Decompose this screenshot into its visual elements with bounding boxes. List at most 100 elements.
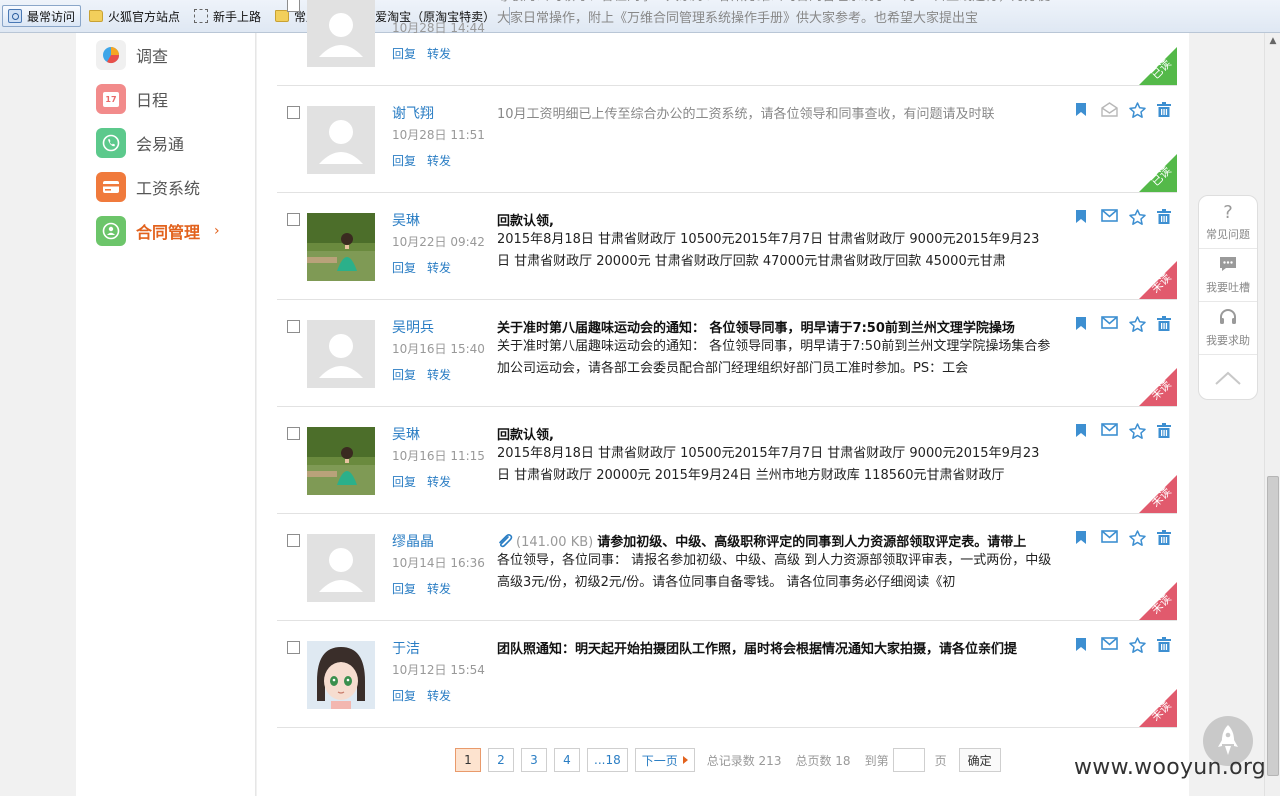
sender-name[interactable]: 吴琳 bbox=[392, 210, 420, 230]
mail-icon[interactable] bbox=[1101, 209, 1119, 225]
message-checkbox[interactable] bbox=[287, 0, 300, 12]
message-row[interactable]: 谢飞翔 10月28日 11:51 回复 转发 10月工资明细已上传至综合办公的工资系统，… bbox=[277, 86, 1177, 193]
nav-item-schedule[interactable]: 17 日程 bbox=[96, 83, 168, 115]
star-icon[interactable] bbox=[1129, 316, 1147, 332]
scroll-thumb[interactable] bbox=[1267, 476, 1279, 776]
star-icon[interactable] bbox=[1129, 423, 1147, 439]
message-actions bbox=[1075, 102, 1177, 118]
trash-icon[interactable] bbox=[1157, 637, 1173, 653]
reply-link[interactable]: 回复 bbox=[392, 687, 416, 704]
confirm-button[interactable]: 确定 bbox=[958, 748, 1001, 772]
page-button[interactable]: 1 bbox=[455, 748, 481, 772]
forward-link[interactable]: 转发 bbox=[427, 473, 451, 490]
sender-name[interactable]: 吴琳 bbox=[392, 424, 420, 444]
reply-link[interactable]: 回复 bbox=[392, 45, 416, 62]
avatar bbox=[307, 427, 375, 495]
sender-name[interactable]: 谢飞翔 bbox=[392, 103, 434, 123]
sender-name[interactable]: 缪晶晶 bbox=[392, 531, 434, 551]
mail-icon[interactable] bbox=[1101, 530, 1119, 546]
reply-link[interactable]: 回复 bbox=[392, 580, 416, 597]
message-subject[interactable]: 团队照通知：明天起开始拍摄团队工作照，届时将会根据情况通知大家拍摄，请各位亲们提 bbox=[497, 638, 1057, 657]
message-subject[interactable]: 10月工资明细已上传至综合办公的工资系统，请各位领导和同事查收，有问题请及时联 bbox=[497, 103, 1057, 122]
star-icon[interactable] bbox=[1129, 102, 1147, 118]
trash-icon[interactable] bbox=[1157, 530, 1173, 546]
mail-icon[interactable] bbox=[1101, 316, 1119, 332]
reply-link[interactable]: 回复 bbox=[392, 259, 416, 276]
nav-item-survey[interactable]: 调查 bbox=[96, 39, 168, 71]
reply-link[interactable]: 回复 bbox=[392, 152, 416, 169]
message-row[interactable]: 吴明兵 10月16日 15:40 回复 转发 关于准时第八届趣味运动会的通知： 各位领导… bbox=[277, 300, 1177, 407]
trash-icon[interactable] bbox=[1157, 102, 1173, 118]
message-checkbox[interactable] bbox=[287, 320, 300, 333]
message-preview[interactable]: 尊敬的公司领导、各位同事：大家好！甘肃万维公司合同管理系统于10月28日上线运行… bbox=[497, 0, 1052, 30]
bookmark-icon[interactable] bbox=[1075, 530, 1091, 546]
message-row[interactable]: 于洁 10月12日 15:54 回复 转发 团队照通知：明天起开始拍摄团队工作照，届时将… bbox=[277, 621, 1177, 728]
bookmark-icon[interactable] bbox=[1075, 316, 1091, 332]
mail-open-icon[interactable] bbox=[1101, 102, 1119, 118]
forward-link[interactable]: 转发 bbox=[427, 152, 451, 169]
message-subject[interactable]: (141.00 KB) 请参加初级、中级、高级职称评定的同事到人力资源部领取评定表… bbox=[497, 531, 1057, 552]
page-button[interactable]: 2 bbox=[488, 748, 514, 772]
mail-icon[interactable] bbox=[1101, 423, 1119, 439]
pagination: 1 2 3 4 ...18 下一页 总记录数 213 总页数 18 到第 页 确… bbox=[455, 748, 1001, 772]
sender-name[interactable]: 吴明兵 bbox=[392, 317, 434, 337]
reply-link[interactable]: 回复 bbox=[392, 473, 416, 490]
sender-name[interactable]: 于洁 bbox=[392, 638, 420, 658]
help-faq[interactable]: ? 常见问题 bbox=[1199, 196, 1257, 249]
page-button[interactable]: 4 bbox=[554, 748, 580, 772]
forward-link[interactable]: 转发 bbox=[427, 259, 451, 276]
star-icon[interactable] bbox=[1129, 637, 1147, 653]
scroll-up-icon[interactable]: ▲ bbox=[1265, 33, 1280, 49]
message-checkbox[interactable] bbox=[287, 427, 300, 440]
message-subject[interactable]: 关于准时第八届趣味运动会的通知： 各位领导同事，明早请于7:50前到兰州文理学院… bbox=[497, 317, 1057, 336]
bookmark-getting-started[interactable]: 新手上路 bbox=[188, 5, 267, 27]
bookmark-icon[interactable] bbox=[1075, 423, 1091, 439]
message-row[interactable]: 缪晶晶 10月14日 16:36 回复 转发 (141.00 KB) 请参加初级、中级、高… bbox=[277, 514, 1177, 621]
forward-link[interactable]: 转发 bbox=[427, 687, 451, 704]
message-preview[interactable]: 2015年8月18日 甘肃省财政厅 10500元2015年7月7日 甘肃省财政厅… bbox=[497, 443, 1052, 487]
message-row[interactable]: 吴琳 10月16日 11:15 回复 转发 回款认领, 2015年8月18日 甘肃省财政厅… bbox=[277, 407, 1177, 514]
help-support[interactable]: 我要求助 bbox=[1199, 302, 1257, 355]
message-row[interactable]: 10月28日 14:44 回复转发 尊敬的公司领导、各位同事：大家好！甘肃万维公司合… bbox=[277, 0, 1177, 86]
message-checkbox[interactable] bbox=[287, 213, 300, 226]
mail-icon[interactable] bbox=[1101, 637, 1119, 653]
back-to-top-button[interactable] bbox=[1199, 355, 1257, 401]
star-icon[interactable] bbox=[1129, 530, 1147, 546]
trash-icon[interactable] bbox=[1157, 423, 1173, 439]
trash-icon[interactable] bbox=[1157, 209, 1173, 225]
message-subject[interactable]: 回款认领, bbox=[497, 210, 1057, 229]
forward-link[interactable]: 转发 bbox=[427, 45, 451, 62]
message-subject[interactable]: 回款认领, bbox=[497, 424, 1057, 443]
message-preview[interactable]: 关于准时第八届趣味运动会的通知： 各位领导同事，明早请于7:50前到兰州文理学院… bbox=[497, 336, 1052, 380]
next-page-button[interactable]: 下一页 bbox=[634, 748, 695, 772]
message-preview[interactable]: 2015年8月18日 甘肃省财政厅 10500元2015年7月7日 甘肃省财政厅… bbox=[497, 229, 1052, 273]
message-checkbox[interactable] bbox=[287, 106, 300, 119]
nav-item-contract[interactable]: 合同管理 › bbox=[96, 215, 220, 247]
forward-link[interactable]: 转发 bbox=[427, 366, 451, 383]
trash-icon[interactable] bbox=[1157, 316, 1173, 332]
message-checkbox[interactable] bbox=[287, 641, 300, 654]
vertical-scrollbar[interactable]: ▲ bbox=[1264, 33, 1280, 796]
bookmark-icon[interactable] bbox=[1075, 102, 1091, 118]
message-row[interactable]: 吴琳 10月22日 09:42 回复 转发 回款认领, 2015年8月18日 甘肃省财政厅… bbox=[277, 193, 1177, 300]
help-feedback[interactable]: 我要吐槽 bbox=[1199, 249, 1257, 302]
subject-text: 关于准时第八届趣味运动会的通知： 各位领导同事，明早请于7:50前到兰州文理学院… bbox=[497, 321, 1015, 336]
page-button[interactable]: 3 bbox=[521, 748, 547, 772]
forward-link[interactable]: 转发 bbox=[427, 580, 451, 597]
goto-page-input[interactable] bbox=[892, 748, 925, 772]
message-preview[interactable]: 各位领导，各位同事： 请报名参加初级、中级、高级 到人力资源部领取评审表，一式两… bbox=[497, 550, 1052, 594]
bookmark-firefox-site[interactable]: 火狐官方站点 bbox=[83, 5, 186, 27]
star-icon[interactable] bbox=[1129, 209, 1147, 225]
reply-link[interactable]: 回复 bbox=[392, 366, 416, 383]
page-button[interactable]: ...18 bbox=[587, 748, 628, 772]
bookmark-icon[interactable] bbox=[1075, 209, 1091, 225]
bookmark-icon[interactable] bbox=[1075, 637, 1091, 653]
message-checkbox[interactable] bbox=[287, 534, 300, 547]
avatar bbox=[307, 213, 375, 281]
message-date: 10月28日 14:44 bbox=[392, 21, 485, 35]
pie-chart-icon bbox=[96, 40, 126, 70]
nav-item-salary[interactable]: 工资系统 bbox=[96, 171, 200, 203]
nav-item-conference[interactable]: 会易通 bbox=[96, 127, 184, 159]
bookmark-most-visited[interactable]: 最常访问 bbox=[2, 5, 82, 27]
phone-icon bbox=[96, 128, 126, 158]
